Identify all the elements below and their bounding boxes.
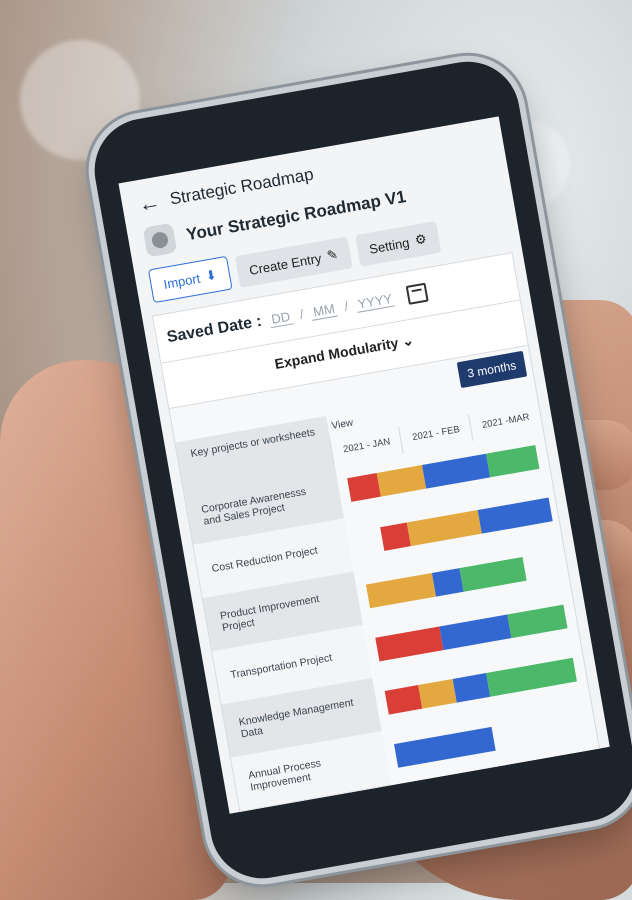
bar-segment-green	[486, 657, 577, 697]
month-field[interactable]: MM	[309, 300, 338, 321]
date-separator: /	[298, 306, 305, 322]
bar-segment-blue	[473, 766, 581, 809]
expand-modularity-label: Expand Modularity	[273, 334, 400, 372]
bar-segment-red	[347, 472, 382, 502]
saved-date-label: Saved Date :	[165, 312, 264, 346]
bar-segment-green	[506, 604, 568, 639]
bar-segment-green	[576, 763, 600, 791]
timeline-bar[interactable]	[438, 763, 600, 814]
roadmap-table-wrapper: 3 months Key projects or worksheets View…	[168, 345, 610, 814]
phone-screen: ← Strategic Roadmap Your Strategic Roadm…	[118, 116, 610, 814]
bar-segment-blue	[422, 453, 491, 489]
edit-icon: ✎	[325, 246, 340, 264]
import-label: Import	[162, 270, 202, 292]
bar-segment-orange	[365, 572, 436, 609]
bar-segment-orange	[438, 785, 478, 814]
avatar	[142, 222, 178, 258]
year-field[interactable]: YYYY	[354, 289, 396, 313]
pie-icon	[150, 230, 170, 250]
setting-label: Setting	[368, 234, 411, 257]
create-entry-button[interactable]: Create Entry ✎	[234, 236, 353, 288]
bar-segment-blue	[477, 497, 553, 534]
import-button[interactable]: Import ⬇	[147, 255, 233, 304]
bar-segment-blue	[393, 726, 497, 768]
bar-segment-green	[459, 556, 527, 592]
setting-button[interactable]: Setting ⚙	[354, 220, 442, 267]
bar-segment-blue	[431, 568, 465, 597]
roadmap-table: Key projects or worksheets View 2021 - J…	[175, 379, 608, 814]
timeline-bar[interactable]	[393, 726, 497, 768]
bar-segment-orange	[418, 679, 457, 709]
bar-segment-blue	[439, 614, 512, 651]
gear-icon: ⚙	[413, 230, 428, 248]
bar-segment-red	[375, 626, 444, 662]
bar-segment-orange	[377, 464, 427, 497]
bar-segment-green	[486, 445, 540, 478]
date-separator: /	[343, 298, 350, 314]
back-arrow-icon[interactable]: ←	[136, 189, 162, 217]
calendar-icon[interactable]	[406, 282, 430, 305]
chevron-down-icon: ⌄	[400, 331, 415, 350]
create-entry-label: Create Entry	[247, 249, 323, 278]
day-field[interactable]: DD	[268, 307, 294, 328]
bar-segment-red	[384, 684, 423, 715]
bar-segment-blue	[452, 673, 491, 703]
bar-segment-red	[379, 522, 412, 551]
bar-segment-orange	[406, 510, 482, 547]
download-icon: ⬇	[204, 266, 218, 284]
